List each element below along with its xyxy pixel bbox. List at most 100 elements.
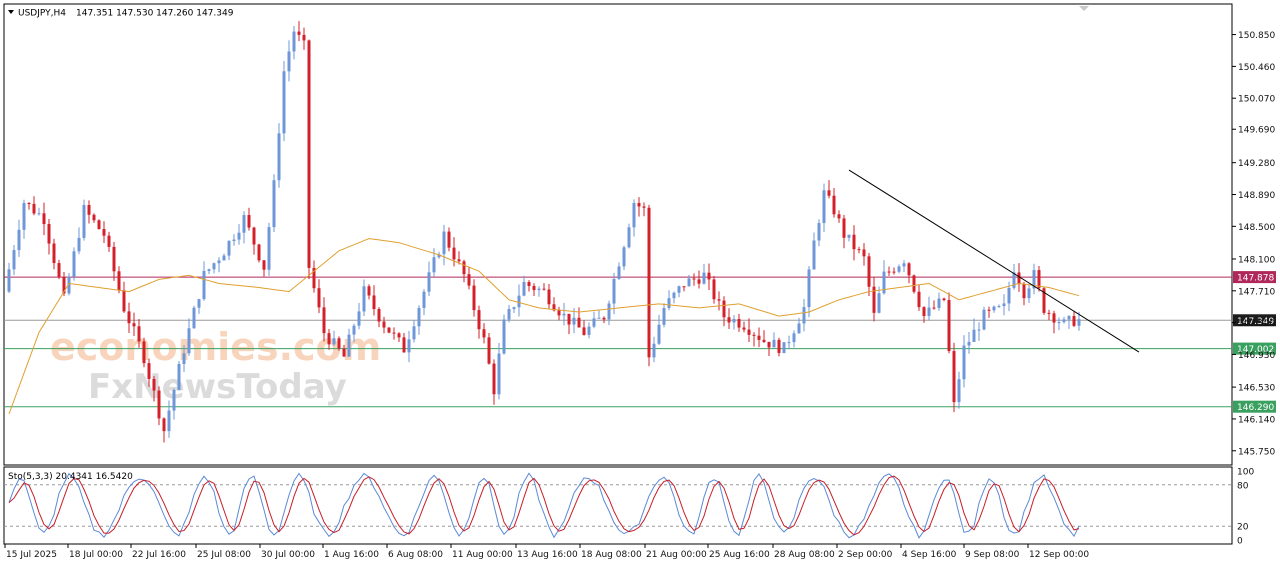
y-tick-label: 145.750 <box>1238 447 1275 457</box>
candle-body <box>687 278 691 287</box>
candle-body <box>982 309 986 330</box>
candle-body <box>407 339 411 353</box>
candle-body <box>142 341 146 364</box>
ohlc-label: 147.351 147.530 147.260 147.349 <box>76 9 234 19</box>
candle-body <box>892 271 896 273</box>
candle-body <box>197 299 201 308</box>
x-tick-label: 18 Aug 08:00 <box>581 550 642 560</box>
stoch-y-tick-label: 20 <box>1237 523 1249 533</box>
candle-body <box>507 308 511 320</box>
candle-body <box>622 247 626 267</box>
x-axis: 15 Jul 2025 18 Jul 00:00 22 Jul 16:00 25 Ju… <box>4 544 1089 560</box>
x-tick-label: 21 Aug 00:00 <box>646 550 707 560</box>
y-tick-label: 147.320 <box>1238 319 1275 329</box>
candle-body <box>427 272 431 292</box>
candle-body <box>152 378 156 391</box>
candle-body <box>1002 303 1006 307</box>
candle-body <box>947 300 951 352</box>
x-tick-label: 25 Jul 08:00 <box>197 550 251 560</box>
candle-body <box>662 307 666 325</box>
candle-body <box>212 263 216 270</box>
candle-body <box>907 263 911 276</box>
candle-body <box>447 231 451 248</box>
candle-body <box>942 298 946 301</box>
candle-body <box>247 215 251 228</box>
candle-body <box>187 328 191 354</box>
watermark-fxnewstoday: FxNewsToday <box>88 367 347 407</box>
candle-body <box>72 251 76 277</box>
candle-body <box>302 34 306 41</box>
candle-body <box>482 329 486 338</box>
candle-body <box>282 71 286 134</box>
y-tick-label: 146.530 <box>1238 384 1275 394</box>
candle-body <box>677 286 681 293</box>
candle-body <box>82 205 86 238</box>
candle-body <box>137 326 141 342</box>
candle-body <box>722 300 726 318</box>
candle-body <box>122 290 126 312</box>
candle-body <box>702 272 706 284</box>
candle-body <box>92 214 96 221</box>
x-tick-label: 4 Sep 16:00 <box>902 550 957 560</box>
candle-body <box>422 291 426 308</box>
candle-body <box>597 317 601 319</box>
x-tick-label: 2 Sep 00:00 <box>838 550 893 560</box>
candle-body <box>557 310 561 316</box>
candle-body <box>287 51 291 72</box>
candle-body <box>182 353 186 364</box>
candle-body <box>572 317 576 325</box>
candle-body <box>582 327 586 335</box>
candle-body <box>1017 272 1021 285</box>
candle-body <box>277 133 281 181</box>
candle-body <box>352 325 356 335</box>
price-chart[interactable]: economies.com FxNewsToday 147.878147.349… <box>0 0 1280 567</box>
candle-body <box>1067 316 1071 320</box>
candle-body <box>257 244 261 261</box>
candle-body <box>607 303 611 320</box>
candle-body <box>432 257 436 273</box>
candle-body <box>392 332 396 334</box>
candle-body <box>47 224 51 244</box>
candle-body <box>347 334 351 357</box>
candle-body <box>612 278 616 304</box>
candle-body <box>107 235 111 247</box>
candle-body <box>112 246 116 272</box>
candle-body <box>297 31 301 35</box>
candle-body <box>387 327 391 333</box>
candle-body <box>7 269 11 292</box>
candle-body <box>327 333 331 345</box>
candle-body <box>577 317 581 328</box>
y-tick-label: 150.070 <box>1238 95 1275 105</box>
candle-body <box>1037 270 1041 289</box>
candle-body <box>167 410 171 432</box>
x-tick-label: 22 Jul 16:00 <box>132 550 186 560</box>
y-tick-label: 150.850 <box>1238 31 1275 41</box>
candle-body <box>262 260 266 270</box>
candle-body <box>682 286 686 288</box>
candle-body <box>807 269 811 308</box>
candle-body <box>842 218 846 238</box>
candle-body <box>342 348 346 357</box>
x-tick-label: 11 Aug 00:00 <box>452 550 513 560</box>
x-tick-label: 6 Aug 08:00 <box>388 550 443 560</box>
candle-body <box>777 339 781 354</box>
candle-body <box>542 288 546 290</box>
candle-body <box>767 341 771 348</box>
candle-body <box>852 234 856 250</box>
candle-body <box>217 260 221 264</box>
candle-body <box>822 190 826 224</box>
candle-body <box>1072 316 1076 326</box>
candle-body <box>672 292 676 299</box>
candle-body <box>957 379 961 403</box>
candle-body <box>97 220 101 230</box>
candle-body <box>1057 322 1061 324</box>
y-tick-label: 148.500 <box>1238 223 1275 233</box>
candle-body <box>1047 312 1051 314</box>
candle-body <box>847 234 851 238</box>
candle-body <box>337 338 341 349</box>
candle-body <box>462 261 466 275</box>
x-tick-label: 18 Jul 00:00 <box>69 550 123 560</box>
candle-body <box>477 310 481 330</box>
candle-body <box>147 363 151 379</box>
candle-body <box>492 363 496 395</box>
